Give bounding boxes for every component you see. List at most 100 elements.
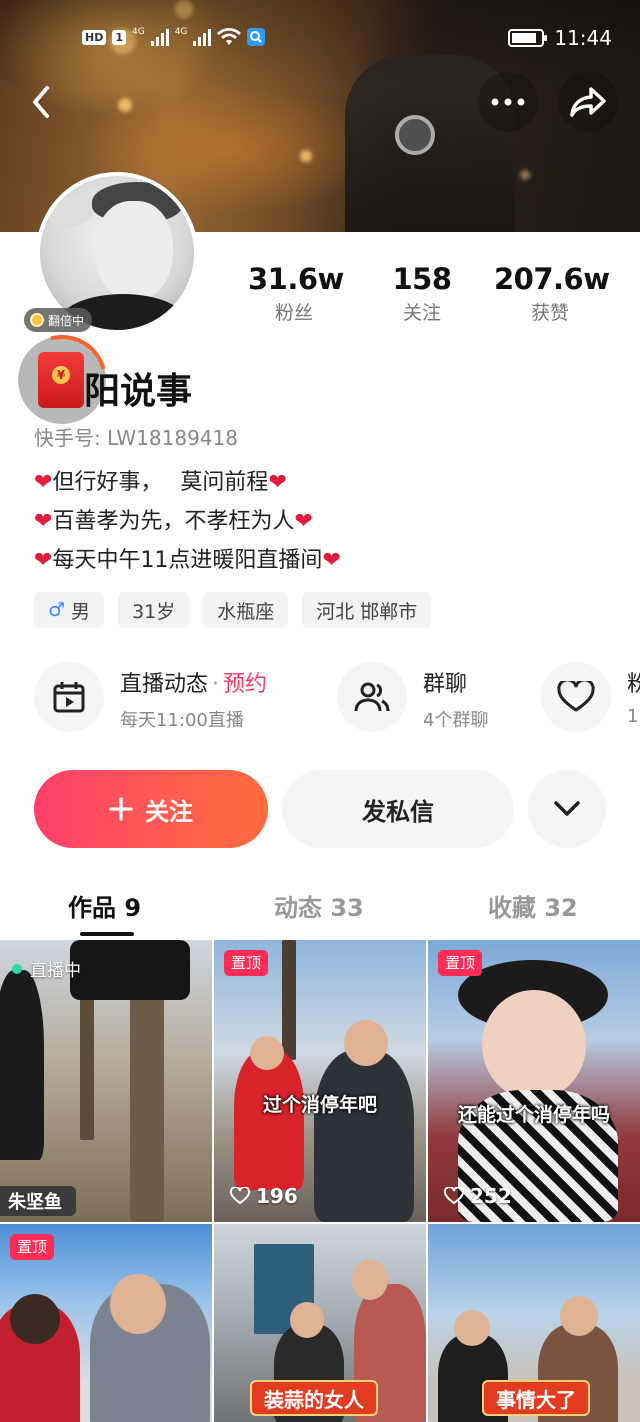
active-tab-indicator (80, 932, 134, 936)
avatar-badge: 翻倍中 (24, 308, 93, 332)
group-title: 群聊 (423, 672, 468, 697)
heart-emoji: ❤ (294, 509, 313, 534)
video-caption: 过个消停年吧 (262, 1094, 377, 1116)
message-button[interactable]: 发私信 (282, 770, 514, 848)
clock: 11:44 (554, 26, 612, 50)
stat-likes[interactable]: 207.6w 获赞 (494, 262, 610, 325)
live-schedule-entry[interactable]: 直播动态 · 预约 每天11:00直播 (34, 662, 324, 734)
sim-indicator: 1 (112, 29, 126, 45)
tag-age: 31岁 (118, 592, 190, 628)
tag-zodiac: 水瓶座 (203, 592, 289, 628)
video-banner: 朱坚鱼 (0, 1186, 76, 1216)
signal-icon (150, 28, 169, 46)
stat-following-label: 关注 (402, 302, 441, 324)
likes-count: 252 (444, 1184, 512, 1208)
live-indicator: 直播中 (12, 956, 81, 981)
stat-likes-label: 获赞 (530, 302, 569, 324)
nickname: 阳说事 (84, 371, 193, 412)
likes-count: 196 (230, 1184, 298, 1208)
action-buttons: 关注 发私信 (0, 770, 640, 848)
pinned-badge: 置顶 (224, 950, 269, 976)
tab-favorites[interactable]: 收藏 32 (488, 888, 578, 923)
signal-icon-2 (193, 28, 212, 46)
live-dot-icon (12, 963, 22, 974)
fans-subtitle: 1 (627, 706, 639, 727)
bio-text: 每天中午11点进暖阳直播间 (52, 548, 323, 573)
video-item[interactable]: 置顶 还能过个消停年吗 252 (428, 940, 640, 1222)
likes-value: 196 (256, 1184, 298, 1208)
bio-line: ❤百善孝为先，不孝枉为人❤ (34, 502, 341, 541)
bio: ❤但行好事， 莫问前程❤ ❤百善孝为先，不孝枉为人❤ ❤每天中午11点进暖阳直播… (34, 463, 341, 580)
male-icon: ♂ (48, 599, 66, 621)
tab-moments[interactable]: 动态 33 (274, 888, 364, 923)
video-grid: 直播中 朱坚鱼 置顶 过个消停年吧 196 置顶 还能过个消停年吗 252 置顶 (0, 940, 640, 1422)
content-tabs: 作品 9 动态 33 收藏 32 (0, 884, 640, 940)
back-button[interactable] (12, 72, 72, 132)
video-banner: 装蒜的女人 (250, 1380, 378, 1416)
follow-label: 关注 (145, 797, 193, 826)
wifi-icon (217, 28, 242, 45)
plus-icon (109, 797, 133, 821)
video-item[interactable]: 直播中 朱坚鱼 (0, 940, 212, 1222)
share-button[interactable] (558, 72, 618, 132)
tab-works[interactable]: 作品 9 (68, 888, 141, 923)
stat-likes-value: 207.6w (494, 262, 610, 296)
pinned-badge: 置顶 (10, 1234, 55, 1260)
feature-row: 直播动态 · 预约 每天11:00直播 群聊 4个群聊 粉 1 (0, 662, 640, 734)
fans-group-entry[interactable]: 粉 1 (541, 662, 640, 734)
group-subtitle: 4个群聊 (423, 710, 489, 731)
video-item[interactable]: 装蒜的女人 (214, 1224, 426, 1422)
stat-fans[interactable]: 31.6w 粉丝 (248, 262, 344, 325)
video-caption: 还能过个消停年吗 (457, 1104, 610, 1126)
heart-outline-icon (230, 1187, 250, 1205)
bio-text: 百善孝为先，不孝枉为人 (52, 509, 295, 534)
reserve-link[interactable]: 预约 (223, 672, 267, 697)
battery-icon (508, 29, 548, 47)
avatar-badge-label: 翻倍中 (48, 313, 85, 328)
tag-gender-label: 男 (71, 600, 91, 623)
heart-badge-icon (541, 662, 611, 732)
fans-title: 粉 (627, 672, 640, 697)
heart-emoji: ❤ (322, 548, 341, 573)
live-label: 直播中 (30, 961, 81, 981)
stat-fans-label: 粉丝 (274, 302, 313, 324)
pinned-badge: 置顶 (438, 950, 483, 976)
group-chat-entry[interactable]: 群聊 4个群聊 (337, 662, 527, 734)
more-icon (491, 98, 525, 106)
bio-line: ❤但行好事， 莫问前程❤ (34, 463, 341, 502)
video-item[interactable]: 置顶 (0, 1224, 212, 1422)
likes-value: 252 (470, 1184, 512, 1208)
bio-text: 但行好事， 莫问前程 (52, 470, 269, 495)
search-app-icon (247, 28, 266, 46)
kuaishou-id[interactable]: 快手号: LW18189418 (34, 422, 238, 451)
video-item[interactable]: 置顶 过个消停年吧 196 (214, 940, 426, 1222)
heart-emoji: ❤ (268, 470, 287, 495)
stat-following[interactable]: 158 关注 (380, 262, 464, 325)
back-icon (33, 86, 49, 118)
stat-fans-value: 31.6w (248, 262, 344, 296)
profile-tags: ♂ 男 31岁 水瓶座 河北 邯郸市 (34, 592, 432, 628)
status-bar: HD 1 4G 4G 11:44 (0, 22, 640, 58)
live-subtitle: 每天11:00直播 (120, 710, 244, 731)
video-item[interactable]: 事情大了 (428, 1224, 640, 1422)
heart-emoji: ❤ (34, 509, 53, 534)
live-title: 直播动态 (120, 672, 209, 697)
heart-outline-icon (444, 1187, 464, 1205)
tag-location: 河北 邯郸市 (302, 592, 432, 628)
stat-following-value: 158 (392, 262, 452, 296)
follow-button[interactable]: 关注 (34, 770, 268, 848)
video-banner: 事情大了 (482, 1380, 590, 1416)
chevron-down-icon (554, 801, 580, 816)
network-type-2: 4G (174, 27, 188, 37)
heart-emoji: ❤ (34, 470, 53, 495)
heart-emoji: ❤ (34, 548, 53, 573)
hd-indicator: HD (82, 29, 107, 45)
group-icon (337, 662, 407, 732)
more-options-button[interactable] (528, 770, 606, 848)
share-icon (570, 87, 606, 117)
tag-gender: ♂ 男 (34, 592, 105, 628)
calendar-play-icon (34, 662, 104, 732)
more-button[interactable] (478, 72, 538, 132)
network-type: 4G (132, 27, 145, 37)
bio-line: ❤每天中午11点进暖阳直播间❤ (34, 541, 341, 580)
